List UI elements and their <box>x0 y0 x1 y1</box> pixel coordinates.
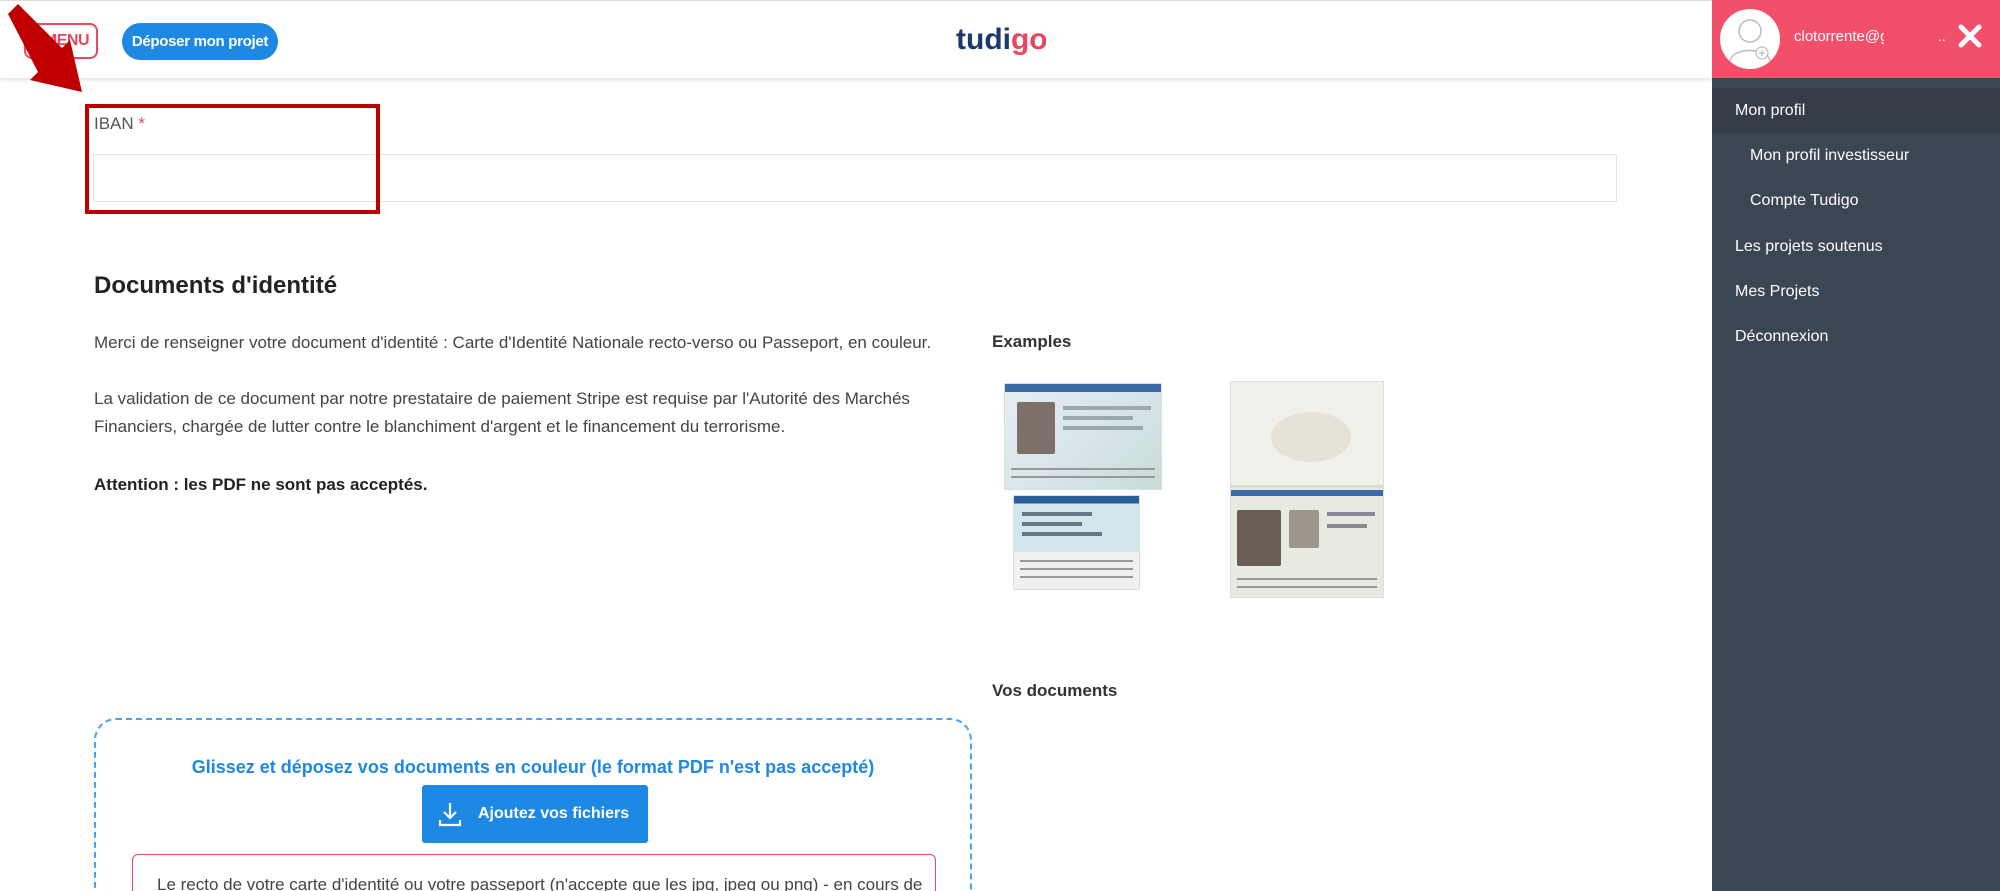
avatar-icon <box>1729 19 1771 62</box>
email-ellipsis: .. <box>1938 28 1946 44</box>
side-panel-header: clotorrente@g .. <box>1712 0 2000 78</box>
side-item-mes-projets[interactable]: Mes Projets <box>1712 269 2000 314</box>
side-item-compte-tudigo[interactable]: Compte Tudigo <box>1712 178 2000 223</box>
vos-documents-title: Vos documents <box>992 681 1118 700</box>
download-icon <box>438 803 462 827</box>
dropzone-instruction: Glissez et déposez vos documents en coul… <box>191 757 875 777</box>
deposer-projet-button[interactable]: Déposer mon projet <box>122 23 278 60</box>
close-icon[interactable] <box>1952 18 1988 54</box>
side-item-deconnexion[interactable]: Déconnexion <box>1712 314 2000 359</box>
documents-title: Documents d'identité <box>94 272 338 299</box>
tudigo-logo[interactable]: tudigo <box>956 15 1046 71</box>
avatar[interactable] <box>1720 9 1780 69</box>
side-item-mon-profil-investisseur[interactable]: Mon profil investisseur <box>1712 133 2000 178</box>
annotation-highlight-box <box>85 104 380 214</box>
logo-text: tudigo <box>956 23 1046 56</box>
annotation-arrow <box>8 4 82 92</box>
examples-title: Examples <box>992 332 1072 351</box>
side-item-projets-soutenus[interactable]: Les projets soutenus <box>1712 224 2000 269</box>
top-header: MENU Déposer mon projet tudigo <box>0 0 1712 78</box>
example-passport <box>1230 381 1384 598</box>
add-files-label: Ajoutez vos fichiers <box>478 805 630 822</box>
side-item-mon-profil[interactable]: Mon profil <box>1712 88 2000 133</box>
user-email: clotorrente@g <box>1794 28 1884 45</box>
add-files-button[interactable]: Ajoutez vos fichiers <box>422 785 648 843</box>
side-menu-panel: clotorrente@g .. Mon profil Mon profil i… <box>1712 0 2000 891</box>
documents-para-2: La validation de ce document par notre p… <box>94 389 910 436</box>
upload-notice: Le recto de votre carte d'identité ou vo… <box>132 854 936 891</box>
example-id-card-back <box>1013 495 1140 590</box>
example-id-card-front <box>1004 383 1162 490</box>
file-dropzone[interactable]: Glissez et déposez vos documents en coul… <box>94 718 972 891</box>
documents-warning: Attention : les PDF ne sont pas acceptés… <box>94 475 428 494</box>
documents-para-1: Merci de renseigner votre document d'ide… <box>94 333 932 352</box>
